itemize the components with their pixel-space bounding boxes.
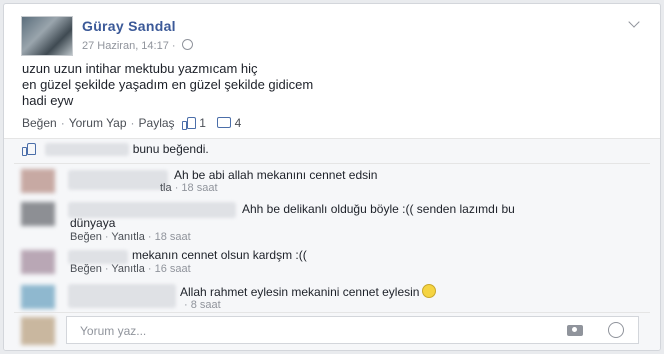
comment-meta: Beğen · Yanıtla · 18 saat (70, 231, 191, 243)
like-icon (22, 143, 36, 156)
likes-summary: bunu beğendi. (22, 142, 209, 157)
author-name[interactable]: Güray Sandal (82, 18, 176, 34)
reply-link[interactable]: Yanıtla (111, 263, 144, 275)
post-text-line: uzun uzun intihar mektubu yazmıcam hiç (22, 61, 258, 76)
smile-emoji-icon (422, 284, 437, 298)
comment-text-continued: dünyaya (70, 216, 116, 230)
comment-time[interactable]: 18 saat (155, 231, 191, 243)
comment-time[interactable]: 18 saat (181, 182, 217, 194)
like-icon (181, 117, 196, 130)
comment-input[interactable] (66, 316, 639, 344)
like-link[interactable]: Beğen (70, 231, 102, 243)
blurred-commenter-name[interactable] (68, 248, 128, 264)
comment-count[interactable]: 4 (235, 116, 242, 130)
chevron-down-icon[interactable] (628, 16, 640, 28)
divider (14, 312, 650, 313)
comment-avatar[interactable] (21, 285, 55, 309)
comment-text: mekanın cennet olsun kardşm :(( (132, 248, 307, 262)
post-card: Güray Sandal 27 Haziran, 14:17 · uzun uz… (3, 3, 661, 351)
blurred-name[interactable] (45, 143, 130, 157)
like-count[interactable]: 1 (199, 116, 206, 130)
comment-meta: tla · 18 saat (160, 182, 218, 194)
comment-avatar[interactable] (21, 169, 55, 193)
divider (14, 163, 650, 164)
post-actions: Beğen · Yorum Yap · Paylaş 1 4 (22, 116, 242, 130)
post-timestamp[interactable]: 27 Haziran, 14:17 (82, 40, 169, 52)
comment-time[interactable]: 16 saat (155, 263, 191, 275)
comment-input-placeholder: Yorum yaz... (80, 324, 147, 338)
comment-meta: Beğen · Yanıtla · 16 saat (70, 263, 191, 275)
post-text-line: en güzel şekilde yaşadım en güzel şekild… (22, 77, 314, 92)
share-button[interactable]: Paylaş (139, 116, 175, 130)
like-button[interactable]: Beğen (22, 116, 57, 130)
sticker-icon[interactable] (608, 322, 624, 338)
blurred-commenter-name[interactable] (68, 284, 176, 310)
comment-meta: · 8 saat (184, 299, 221, 311)
globe-icon (181, 39, 193, 50)
post-text-line: hadi eyw (22, 93, 74, 108)
divider (4, 138, 660, 139)
blurred-commenter-name[interactable] (68, 170, 168, 192)
comment-time[interactable]: 8 saat (191, 299, 221, 311)
comment-avatar[interactable] (21, 250, 55, 274)
camera-icon[interactable] (567, 325, 583, 336)
post-meta: 27 Haziran, 14:17 · (82, 39, 193, 52)
reply-link[interactable]: tla (160, 182, 172, 194)
reply-link[interactable]: Yanıtla (111, 231, 144, 243)
comment-text: Ahh be delikanlı olduğu böyle :(( senden… (242, 202, 515, 216)
comment-icon (217, 117, 232, 128)
current-user-avatar (21, 317, 55, 345)
comment-avatar[interactable] (21, 202, 55, 226)
author-avatar[interactable] (21, 16, 73, 56)
comment-text: Allah rahmet eylesin mekanini cennet eyl… (180, 284, 437, 299)
like-link[interactable]: Beğen (70, 263, 102, 275)
comment-text: Ah be abi allah mekanını cennet edsin (174, 168, 378, 182)
comment-button[interactable]: Yorum Yap (69, 116, 127, 130)
